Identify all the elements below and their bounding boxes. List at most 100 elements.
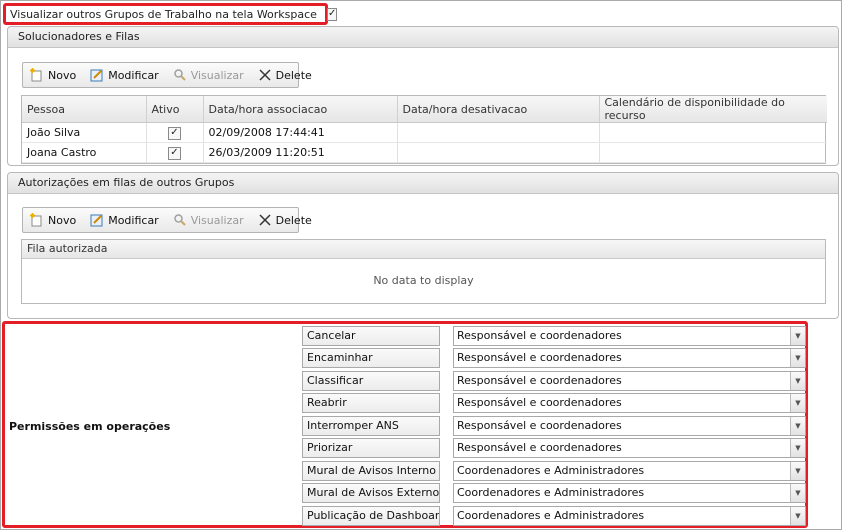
chevron-down-icon[interactable]: ▼ [790, 349, 805, 367]
select-value: Responsável e coordenadores [457, 351, 622, 364]
chevron-down-icon[interactable]: ▼ [790, 327, 805, 345]
new-button[interactable]: Novo [27, 210, 79, 230]
permission-row: Publicação de Dashboard Coordenadores e … [302, 506, 806, 526]
delete-button-label: Delete [275, 213, 312, 227]
new-button[interactable]: Novo [27, 65, 79, 85]
solvers-grid: Pessoa Ativo Data/hora associacao Data/h… [21, 95, 827, 164]
delete-button-label: Delete [275, 68, 312, 82]
operation-label: Reabrir [302, 393, 440, 413]
show-other-groups-label: Visualizar outros Grupos de Trabalho na … [10, 7, 317, 21]
cell-desat [397, 122, 600, 143]
operation-label: Encaminhar [302, 348, 440, 368]
new-button-label: Novo [48, 213, 77, 227]
permission-select[interactable]: Coordenadores e Administradores ▼ [453, 483, 806, 503]
edit-button[interactable]: Modificar [87, 210, 162, 230]
column-header-calendar[interactable]: Calendário de disponibilidade do recurso [599, 96, 827, 123]
permission-select[interactable]: Responsável e coordenadores ▼ [453, 438, 806, 458]
cell-ativo: ✓ [146, 142, 204, 163]
select-value: Responsável e coordenadores [457, 374, 622, 387]
cell-pessoa: Joana Castro [22, 142, 147, 163]
cell-ativo: ✓ [146, 122, 204, 143]
permission-row: Mural de Avisos Interno Coordenadores e … [302, 461, 806, 481]
permission-row: Mural de Avisos Externo Coordenadores e … [302, 483, 806, 503]
delete-x-icon [258, 68, 272, 82]
active-checkbox[interactable]: ✓ [168, 146, 181, 160]
chevron-down-icon[interactable]: ▼ [790, 394, 805, 412]
column-header-fila[interactable]: Fila autorizada [22, 240, 825, 259]
view-button-label: Visualizar [190, 213, 244, 227]
operation-label: Priorizar [302, 438, 440, 458]
chevron-down-icon[interactable]: ▼ [790, 372, 805, 390]
toolbar: Novo Modificar Visualizar Delete [22, 62, 312, 88]
view-button-label: Visualizar [190, 68, 244, 82]
cell-calendar [599, 122, 827, 143]
view-button[interactable]: Visualizar [170, 65, 247, 85]
permission-select[interactable]: Responsável e coordenadores ▼ [453, 326, 806, 346]
permission-select[interactable]: Responsável e coordenadores ▼ [453, 348, 806, 368]
authorized-queues-grid: Fila autorizada No data to display [21, 239, 826, 304]
chevron-down-icon[interactable]: ▼ [790, 507, 805, 525]
edit-button-label: Modificar [108, 68, 159, 82]
panel-authorizations: Autorizações em filas de outros Grupos N… [7, 172, 839, 319]
toolbar: Novo Modificar Visualizar Delete [22, 207, 312, 233]
permission-row: Cancelar Responsável e coordenadores ▼ [302, 326, 806, 346]
cell-assoc: 02/09/2008 17:44:41 [203, 122, 398, 143]
delete-x-icon [258, 213, 272, 227]
permission-select[interactable]: Responsável e coordenadores ▼ [453, 416, 806, 436]
permission-select[interactable]: Responsável e coordenadores ▼ [453, 393, 806, 413]
permission-select[interactable]: Coordenadores e Administradores ▼ [453, 461, 806, 481]
permission-row: Classificar Responsável e coordenadores ▼ [302, 371, 806, 391]
grid-header-row: Fila autorizada [22, 240, 825, 259]
new-document-icon [30, 213, 44, 227]
permission-row: Encaminhar Responsável e coordenadores ▼ [302, 348, 806, 368]
column-header-desat[interactable]: Data/hora desativacao [397, 96, 600, 123]
operation-label: Publicação de Dashboard [302, 506, 440, 526]
panel-authorizations-title: Autorizações em filas de outros Grupos [8, 173, 838, 194]
operation-label: Mural de Avisos Interno [302, 461, 440, 481]
view-button[interactable]: Visualizar [170, 210, 247, 230]
chevron-down-icon[interactable]: ▼ [790, 439, 805, 457]
column-header-assoc[interactable]: Data/hora associacao [203, 96, 398, 123]
operation-label: Classificar [302, 371, 440, 391]
operation-label: Mural de Avisos Externo [302, 483, 440, 503]
chevron-down-icon[interactable]: ▼ [790, 484, 805, 502]
select-value: Responsável e coordenadores [457, 441, 622, 454]
window: Visualizar outros Grupos de Trabalho na … [0, 0, 842, 530]
column-header-pessoa[interactable]: Pessoa [22, 96, 147, 123]
select-value: Coordenadores e Administradores [457, 486, 645, 499]
operation-label: Interromper ANS [302, 416, 440, 436]
edit-button[interactable]: Modificar [87, 65, 162, 85]
permissions-section: Permissões em operações Cancelar Respons… [2, 321, 808, 528]
cell-assoc: 26/03/2009 11:20:51 [203, 142, 398, 163]
operation-label: Cancelar [302, 326, 440, 346]
edit-button-label: Modificar [108, 213, 159, 227]
empty-message: No data to display [373, 274, 474, 287]
cell-desat [397, 142, 600, 163]
grid-header-row: Pessoa Ativo Data/hora associacao Data/h… [22, 96, 827, 123]
select-value: Coordenadores e Administradores [457, 509, 645, 522]
permission-row: Interromper ANS Responsável e coordenado… [302, 416, 806, 436]
table-row[interactable]: João Silva ✓ 02/09/2008 17:44:41 [22, 122, 827, 143]
chevron-down-icon[interactable]: ▼ [790, 417, 805, 435]
delete-button[interactable]: Delete [255, 210, 315, 230]
new-button-label: Novo [48, 68, 77, 82]
active-checkbox[interactable]: ✓ [168, 126, 181, 140]
cell-pessoa: João Silva [22, 122, 147, 143]
select-value: Responsável e coordenadores [457, 396, 622, 409]
table-row[interactable]: Joana Castro ✓ 26/03/2009 11:20:51 [22, 142, 827, 163]
permissions-title: Permissões em operações [9, 420, 171, 433]
chevron-down-icon[interactable]: ▼ [790, 462, 805, 480]
panel-solvers-queues: Solucionadores e Filas Novo Modificar Vi… [7, 26, 839, 166]
permission-select[interactable]: Coordenadores e Administradores ▼ [453, 506, 806, 526]
panel-solvers-queues-title: Solucionadores e Filas [8, 27, 838, 48]
edit-pencil-icon [90, 68, 104, 82]
column-header-ativo[interactable]: Ativo [146, 96, 204, 123]
magnifier-icon [173, 213, 187, 227]
new-document-icon [30, 68, 44, 82]
permission-row: Priorizar Responsável e coordenadores ▼ [302, 438, 806, 458]
delete-button[interactable]: Delete [255, 65, 315, 85]
permission-select[interactable]: Responsável e coordenadores ▼ [453, 371, 806, 391]
cell-calendar [599, 142, 827, 163]
select-value: Responsável e coordenadores [457, 329, 622, 342]
show-other-groups-checkbox[interactable]: ✓ [326, 7, 338, 21]
